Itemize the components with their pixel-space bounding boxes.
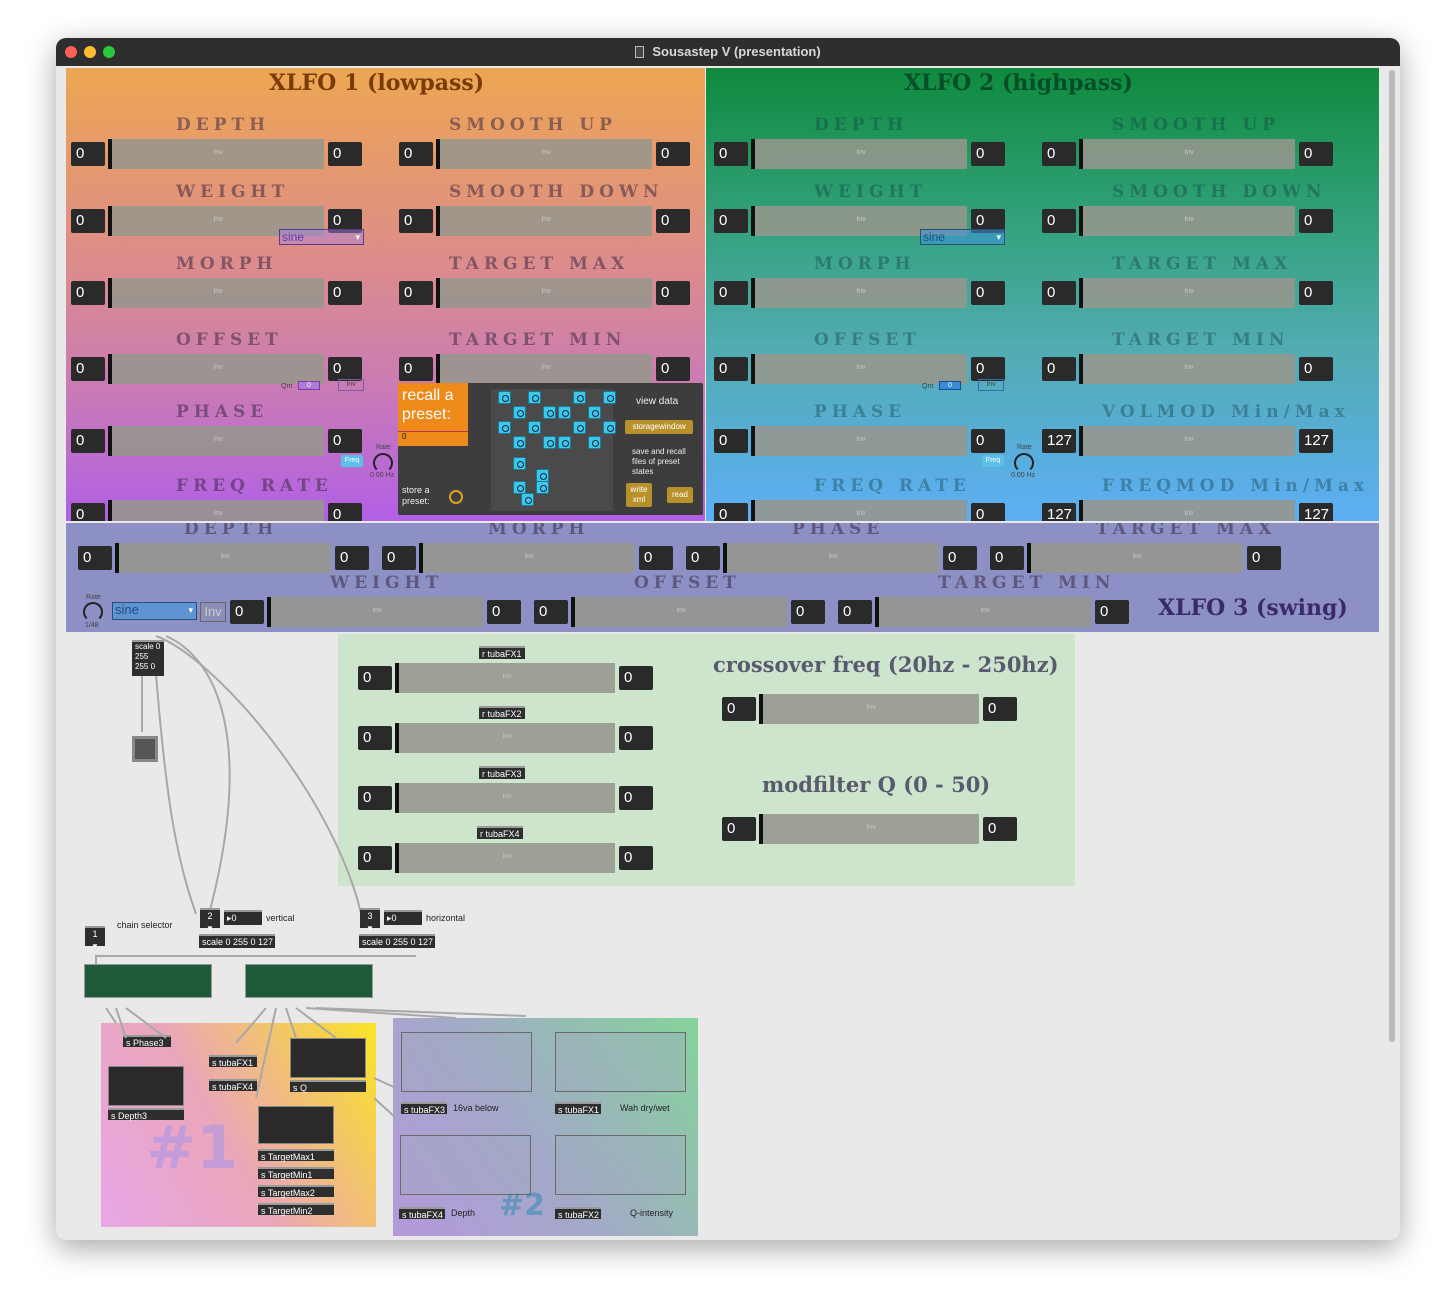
number-horizontal[interactable]: ▸0 [384, 910, 422, 925]
preset-slot-16[interactable] [588, 436, 601, 449]
recall-label: recall a preset: [402, 387, 454, 423]
storagewindow-button[interactable]: storagewindow [625, 420, 693, 434]
preset-slot-15[interactable] [558, 436, 571, 449]
preset-slot-21[interactable] [521, 493, 534, 506]
scale-object[interactable]: scale 0 255 255 0 [132, 640, 164, 676]
preset-slot-13[interactable] [513, 436, 526, 449]
preset-slot-8[interactable] [588, 406, 601, 419]
preset-slot-17[interactable] [513, 457, 526, 470]
recall-value[interactable]: 0 [402, 432, 406, 441]
write-xml-button[interactable]: write xml [626, 483, 652, 507]
preset-slot-7[interactable] [558, 406, 571, 419]
horizontal-label: horizontal [426, 913, 466, 923]
view-data-label: view data [636, 396, 679, 407]
store-button[interactable] [449, 490, 463, 504]
preset-slot-10[interactable] [528, 421, 541, 434]
preset-slot-5[interactable] [513, 406, 526, 419]
matrix-1[interactable] [84, 964, 212, 998]
patch-cables [95, 635, 527, 1119]
preset-panel: recall a preset: 0 store a preset: view … [398, 383, 703, 515]
preset-slot-11[interactable] [573, 421, 586, 434]
message-3[interactable]: 3 ▼ [360, 908, 380, 933]
preset-slot-9[interactable] [498, 421, 511, 434]
message-2[interactable]: 2 ▼ [200, 908, 220, 933]
matrix-2[interactable] [245, 964, 373, 998]
app-window: Sousastep V (presentation) XLFO 1 (lowpa… [56, 38, 1400, 1240]
preset-slot-6[interactable] [543, 406, 556, 419]
number-vertical[interactable]: ▸0 [224, 910, 262, 925]
chain-selector-label: chain selector [117, 920, 173, 930]
preset-slot-2[interactable] [528, 391, 541, 404]
toggle[interactable] [132, 736, 158, 762]
preset-slot-12[interactable] [603, 421, 616, 434]
preset-slot-4[interactable] [603, 391, 616, 404]
message-1[interactable]: 1 ▼ [85, 926, 105, 951]
read-button[interactable]: read [667, 487, 693, 503]
store-label: store a preset: [402, 485, 430, 506]
scale-horizontal[interactable]: scale 0 255 0 127 [359, 934, 435, 948]
scale-vertical[interactable]: scale 0 255 0 127 [199, 934, 275, 948]
preset-slot-3[interactable] [573, 391, 586, 404]
preset-slot-14[interactable] [543, 436, 556, 449]
save-recall-label: save and recall files of preset states [632, 447, 686, 476]
preset-slot-20[interactable] [536, 481, 549, 494]
preset-grid[interactable] [491, 389, 616, 511]
preset-slot-1[interactable] [498, 391, 511, 404]
vertical-label: vertical [266, 913, 295, 923]
